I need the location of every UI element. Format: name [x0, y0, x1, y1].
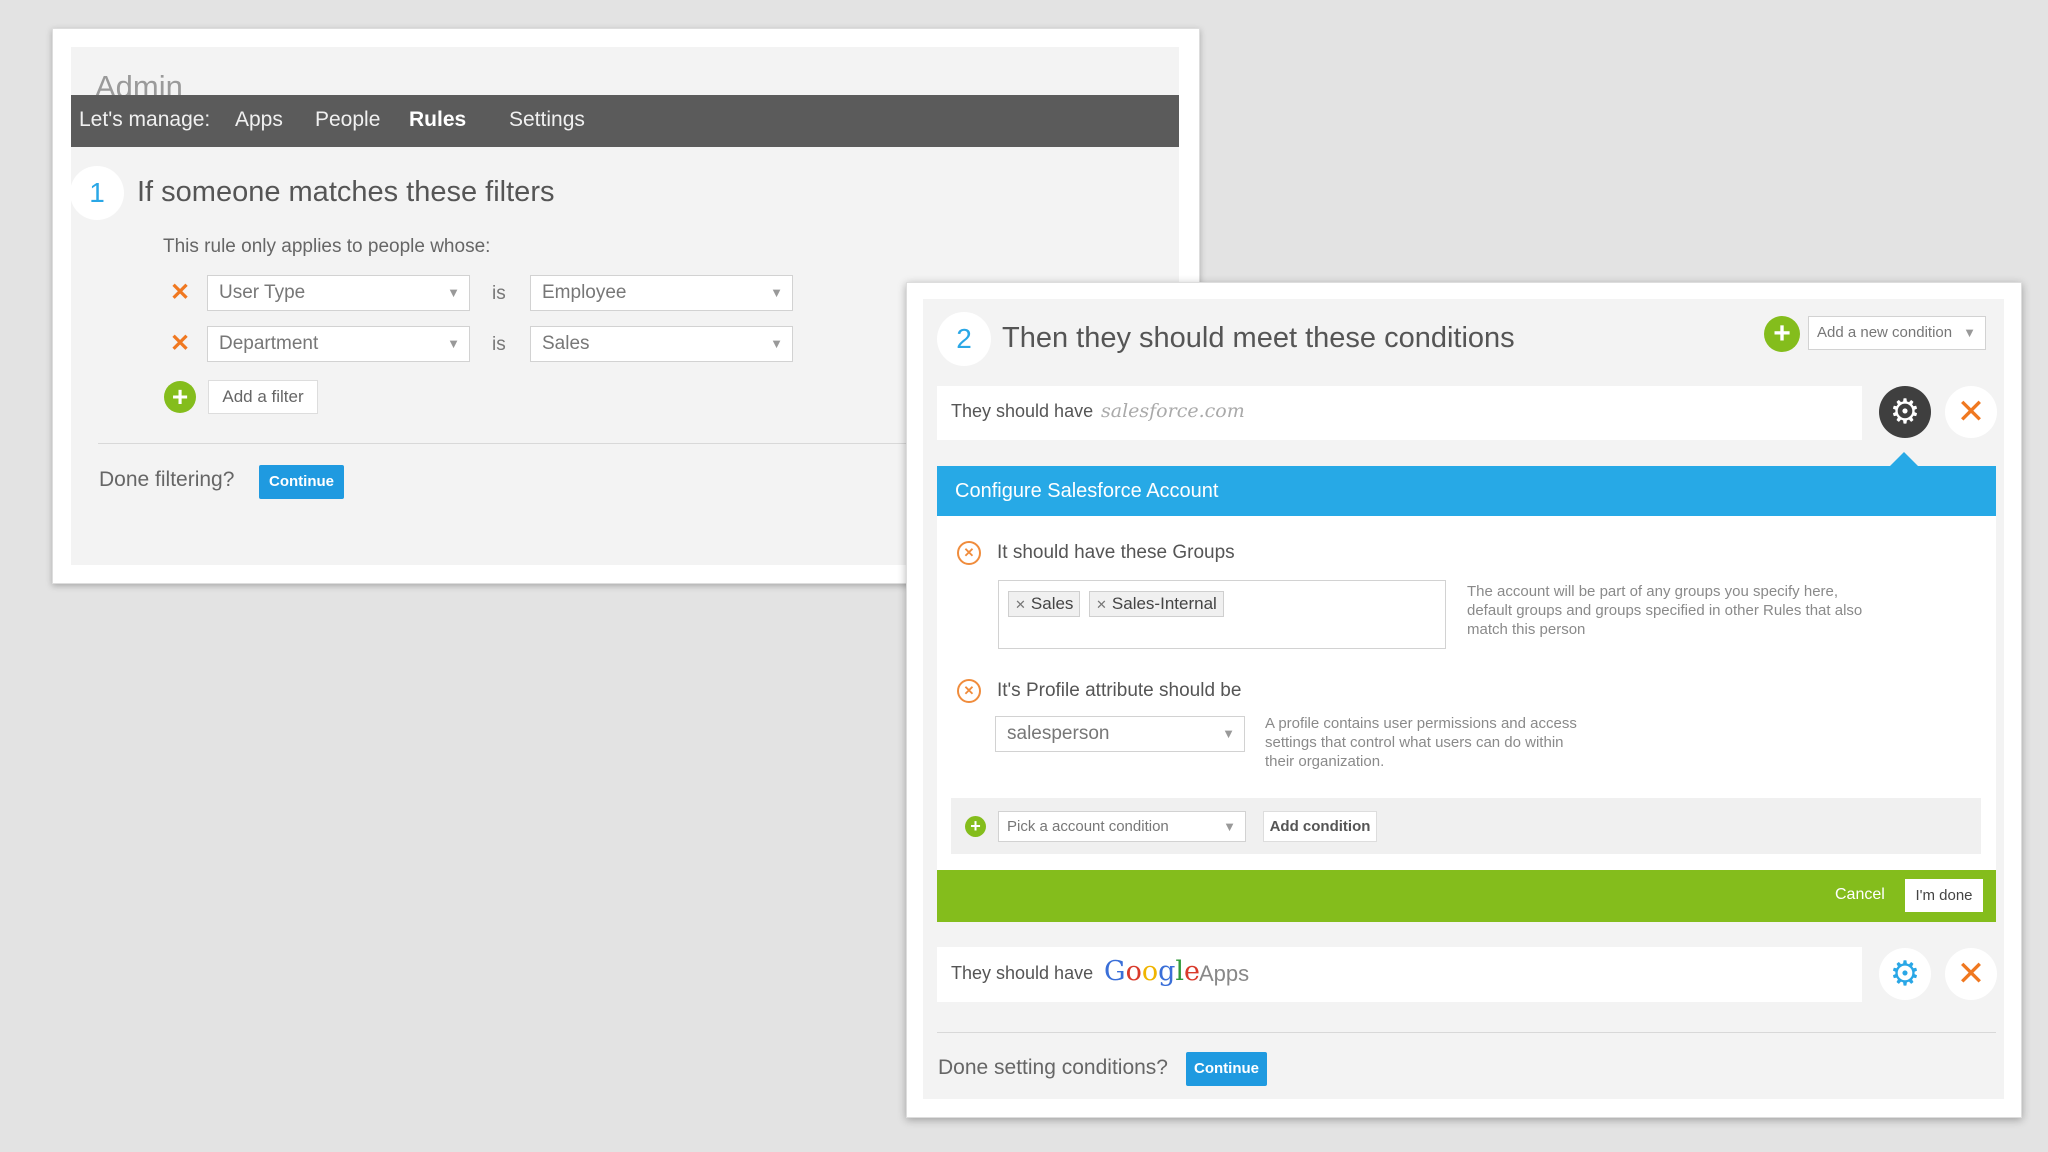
help-line: their organization. [1265, 753, 1385, 770]
remove-tag-icon[interactable]: ✕ [1096, 597, 1107, 612]
nav-item-people[interactable]: People [315, 108, 380, 132]
chevron-down-icon: ▼ [1222, 726, 1235, 741]
config-pointer [1889, 452, 1919, 467]
salesforce-logo: salesforce.com [1101, 400, 1245, 422]
google-apps-suffix: Apps [1199, 961, 1250, 986]
group-tag: ✕ Sales-Internal [1089, 591, 1224, 617]
step-1-heading: If someone matches these filters [137, 176, 555, 208]
help-line: The account will be part of any groups y… [1467, 583, 1839, 600]
filter-value-select[interactable]: Employee ▼ [530, 275, 793, 311]
filter-field-value: Department [219, 333, 319, 354]
profile-heading: It's Profile attribute should be [997, 680, 1242, 701]
help-line: default groups and groups specified in o… [1467, 602, 1863, 619]
add-condition-icon[interactable]: + [1764, 316, 1800, 352]
add-account-condition-icon[interactable]: + [965, 816, 986, 837]
filter-value: Employee [542, 282, 627, 303]
step-1-number: 1 [70, 166, 124, 220]
continue-button[interactable]: Continue [259, 465, 344, 499]
chevron-down-icon: ▼ [770, 285, 783, 300]
remove-filter-icon[interactable]: ✕ [165, 329, 195, 359]
close-icon[interactable]: ✕ [1945, 948, 1997, 1000]
nav-prefix: Let's manage: [79, 108, 211, 131]
admin-navbar: Let's manage: Apps People Rules Settings [71, 95, 1179, 147]
groups-help: The account will be part of any groups y… [1467, 582, 1862, 639]
account-condition-select[interactable]: Pick a account condition ▼ [998, 811, 1246, 842]
profile-help: A profile contains user permissions and … [1265, 714, 1577, 771]
chevron-down-icon: ▼ [1223, 819, 1236, 834]
close-icon[interactable]: ✕ [1945, 386, 1997, 438]
chevron-down-icon: ▼ [447, 285, 460, 300]
group-tag-label: Sales-Internal [1111, 594, 1217, 613]
nav-item-apps[interactable]: Apps [235, 108, 283, 132]
groups-heading: It should have these Groups [997, 542, 1235, 563]
add-new-condition-label: Add a new condition [1817, 324, 1953, 341]
add-new-condition-select[interactable]: Add a new condition ▼ [1808, 316, 1986, 350]
google-logo: Google [1104, 956, 1201, 987]
config-header: Configure Salesforce Account [937, 466, 1996, 516]
divider [937, 1032, 1996, 1033]
nav-item-settings[interactable]: Settings [509, 108, 585, 132]
help-line: A profile contains user permissions and … [1265, 715, 1577, 732]
help-line: settings that control what users can do … [1265, 734, 1564, 751]
divider [98, 443, 906, 444]
filter-value-select[interactable]: Sales ▼ [530, 326, 793, 362]
profile-select[interactable]: salesperson ▼ [995, 716, 1245, 752]
filter-operator: is [492, 334, 506, 355]
chevron-down-icon: ▼ [770, 336, 783, 351]
done-filtering-label: Done filtering? [99, 468, 235, 491]
account-condition-placeholder: Pick a account condition [1007, 818, 1169, 835]
condition-row-google-apps: They should have Google Apps [937, 947, 1862, 1002]
remove-groups-icon[interactable]: ✕ [957, 541, 981, 565]
gear-icon[interactable]: ⚙ [1879, 948, 1931, 1000]
filter-operator: is [492, 283, 506, 304]
step-2-heading: Then they should meet these conditions [1002, 322, 1515, 354]
condition-prefix: They should have [951, 401, 1094, 421]
filter-value: Sales [542, 333, 590, 354]
add-condition-button[interactable]: Add condition [1263, 811, 1377, 842]
step-2-number: 2 [937, 312, 991, 366]
done-conditions-label: Done setting conditions? [938, 1056, 1168, 1079]
filter-field-select[interactable]: User Type ▼ [207, 275, 470, 311]
groups-input[interactable]: ✕ Sales ✕ Sales-Internal [998, 580, 1446, 649]
condition-prefix: They should have [951, 963, 1094, 983]
filter-intro: This rule only applies to people whose: [163, 236, 491, 257]
group-tag-label: Sales [1030, 594, 1074, 613]
remove-profile-icon[interactable]: ✕ [957, 679, 981, 703]
help-line: match this person [1467, 621, 1586, 638]
chevron-down-icon: ▼ [1963, 325, 1976, 340]
add-filter-icon[interactable]: + [164, 381, 196, 413]
remove-tag-icon[interactable]: ✕ [1015, 597, 1026, 612]
continue-button[interactable]: Continue [1186, 1052, 1267, 1086]
im-done-button[interactable]: I'm done [1905, 879, 1983, 912]
add-filter-button[interactable]: Add a filter [208, 380, 318, 414]
group-tag: ✕ Sales [1008, 591, 1081, 617]
filter-field-select[interactable]: Department ▼ [207, 326, 470, 362]
filter-field-value: User Type [219, 282, 306, 303]
cancel-button[interactable]: Cancel [1835, 886, 1885, 904]
profile-value: salesperson [1007, 723, 1110, 744]
nav-item-rules[interactable]: Rules [409, 108, 466, 132]
gear-icon[interactable]: ⚙ [1879, 386, 1931, 438]
remove-filter-icon[interactable]: ✕ [165, 278, 195, 308]
chevron-down-icon: ▼ [447, 336, 460, 351]
condition-row-salesforce: They should have salesforce.com [937, 386, 1862, 440]
